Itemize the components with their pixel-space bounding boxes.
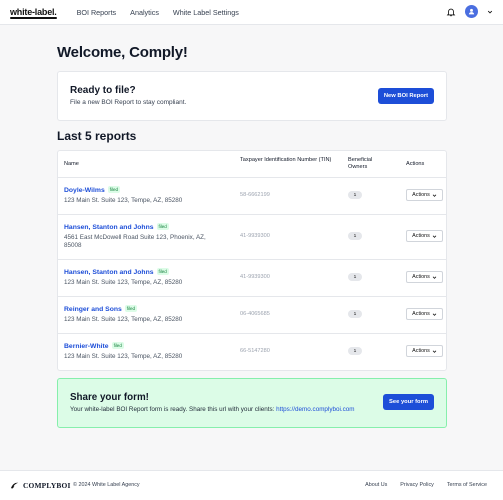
company-address: 123 Main St. Suite 123, Tempe, AZ, 85280	[64, 279, 183, 286]
owners-count-badge: 1	[348, 191, 362, 199]
company-name: Bernier-White	[64, 343, 109, 350]
status-badge: filed	[107, 186, 120, 193]
company-name-link[interactable]: Bernier-White filed	[64, 342, 124, 350]
tin-value: 58-6662199	[240, 192, 270, 198]
column-header-owners: Beneficial Owners	[348, 157, 373, 170]
company-name-link[interactable]: Doyle-Wilms filed	[64, 186, 120, 194]
top-nav: white-label. BOI Reports Analytics White…	[0, 0, 503, 25]
see-your-form-button[interactable]: See your form	[383, 394, 434, 410]
complyboi-logo-icon	[10, 482, 19, 489]
footer: COMPLYBOI © 2024 White Label Agency Abou…	[0, 470, 503, 500]
footer-brand: COMPLYBOI	[10, 481, 71, 490]
owners-count-badge: 1	[348, 273, 362, 281]
table-header: Name Taxpayer Identification Number (TIN…	[58, 151, 446, 178]
logo-text: white-label.	[10, 7, 57, 17]
company-name-link[interactable]: Hansen, Stanton and Johns filed	[64, 268, 169, 276]
company-name: Hansen, Stanton and Johns	[64, 224, 154, 231]
footer-links: About Us Privacy Policy Terms of Service	[365, 482, 487, 488]
actions-dropdown[interactable]: Actions	[406, 189, 443, 201]
tin-value: 41-9939300	[240, 274, 270, 280]
tin-value: 66-5147280	[240, 348, 270, 354]
tin-value: 06-4065685	[240, 311, 270, 317]
actions-label: Actions	[412, 274, 430, 280]
copyright: © 2024 White Label Agency	[73, 482, 140, 488]
page-title: Welcome, Comply!	[57, 44, 188, 61]
tin-value: 41-9939300	[240, 233, 270, 239]
logo[interactable]: white-label.	[10, 7, 57, 19]
actions-dropdown[interactable]: Actions	[406, 345, 443, 357]
column-header-actions: Actions	[406, 161, 425, 167]
table-row: Hansen, Stanton and Johns filed 4561 East…	[58, 215, 446, 260]
actions-dropdown[interactable]: Actions	[406, 271, 443, 283]
reports-heading: Last 5 reports	[57, 129, 137, 143]
bell-icon[interactable]	[446, 7, 456, 17]
share-description: Your white-label BOI Report form is read…	[70, 406, 275, 413]
table-row: Bernier-White filed 123 Main St. Suite 12…	[58, 334, 446, 370]
actions-label: Actions	[412, 233, 430, 239]
company-name: Reinger and Sons	[64, 306, 122, 313]
table-row: Hansen, Stanton and Johns filed 123 Main …	[58, 260, 446, 297]
chevron-down-icon[interactable]	[487, 9, 493, 15]
new-boi-report-button[interactable]: New BOI Report	[377, 88, 434, 104]
footer-link-terms-of-service[interactable]: Terms of Service	[447, 482, 487, 488]
owners-count-badge: 1	[348, 310, 362, 318]
footer-link-privacy-policy[interactable]: Privacy Policy	[400, 482, 434, 488]
company-address: 4561 East McDowell Road Suite 123, Phoen…	[64, 234, 206, 249]
avatar[interactable]	[465, 5, 478, 18]
owners-count-badge: 1	[348, 347, 362, 355]
logo-underline	[10, 17, 57, 19]
actions-label: Actions	[412, 311, 430, 317]
chevron-down-icon	[432, 312, 437, 316]
share-text: Your white-label BOI Report form is read…	[70, 406, 434, 413]
status-badge: filed	[156, 268, 169, 275]
status-badge: filed	[111, 342, 124, 349]
company-address: 123 Main St. Suite 123, Tempe, AZ, 85280	[64, 197, 183, 204]
share-url-link[interactable]: https://demo.complyboi.com	[276, 406, 354, 413]
status-badge: filed	[156, 223, 169, 230]
table-row: Doyle-Wilms filed 123 Main St. Suite 123,…	[58, 178, 446, 215]
column-header-tin: Taxpayer Identification Number (TIN)	[240, 157, 332, 163]
footer-link-about-us[interactable]: About Us	[365, 482, 387, 488]
company-name-link[interactable]: Reinger and Sons filed	[64, 305, 138, 313]
owners-count-badge: 1	[348, 232, 362, 240]
nav-item-analytics[interactable]: Analytics	[130, 8, 159, 17]
chevron-down-icon	[432, 234, 437, 238]
nav-item-boi-reports[interactable]: BOI Reports	[77, 8, 117, 17]
nav-right	[446, 5, 493, 18]
status-badge: filed	[124, 305, 138, 312]
company-address: 123 Main St. Suite 123, Tempe, AZ, 85280	[64, 353, 183, 360]
chevron-down-icon	[432, 349, 437, 353]
user-icon	[468, 8, 475, 15]
company-name: Doyle-Wilms	[64, 187, 105, 194]
footer-brand-name: COMPLYBOI	[23, 481, 71, 490]
nav-item-white-label-settings[interactable]: White Label Settings	[173, 8, 239, 17]
share-title: Share your form!	[70, 392, 149, 403]
actions-dropdown[interactable]: Actions	[406, 230, 443, 242]
company-name-link[interactable]: Hansen, Stanton and Johns filed	[64, 223, 169, 231]
company-name: Hansen, Stanton and Johns	[64, 269, 154, 276]
chevron-down-icon	[432, 275, 437, 279]
reports-table: Name Taxpayer Identification Number (TIN…	[57, 150, 447, 371]
main-content: Welcome, Comply! Ready to file? File a n…	[57, 44, 447, 428]
column-header-name: Name	[64, 161, 79, 167]
actions-label: Actions	[412, 192, 430, 198]
ready-to-file-card: Ready to file? File a new BOI Report to …	[57, 71, 447, 121]
actions-label: Actions	[412, 348, 430, 354]
company-address: 123 Main St. Suite 123, Tempe, AZ, 85280	[64, 316, 183, 323]
table-row: Reinger and Sons filed 123 Main St. Suite…	[58, 297, 446, 334]
actions-dropdown[interactable]: Actions	[406, 308, 443, 320]
chevron-down-icon	[432, 193, 437, 197]
share-form-card: Share your form! Your white-label BOI Re…	[57, 378, 447, 428]
